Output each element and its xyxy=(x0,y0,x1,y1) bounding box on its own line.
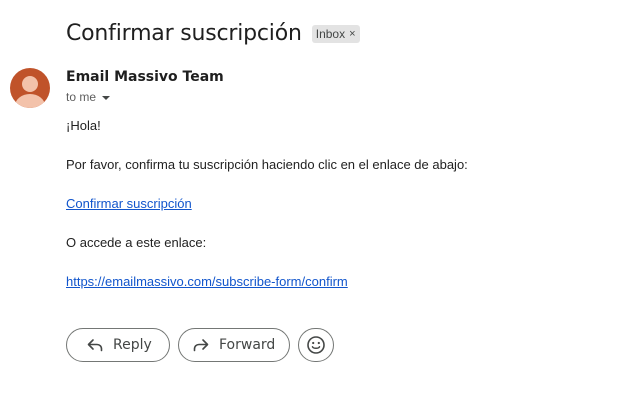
reply-label: Reply xyxy=(113,337,152,353)
forward-label: Forward xyxy=(219,337,276,353)
forward-icon xyxy=(193,338,209,352)
body-alt-text: O accede a este enlace: xyxy=(66,235,207,250)
avatar[interactable] xyxy=(10,68,50,108)
sender-name[interactable]: Email Massivo Team xyxy=(66,69,224,85)
close-icon[interactable]: × xyxy=(349,25,355,43)
chevron-down-icon xyxy=(102,95,111,100)
confirm-link[interactable]: Confirmar suscripción xyxy=(66,196,192,211)
label-chip-text: Inbox xyxy=(315,27,346,41)
forward-button[interactable]: Forward xyxy=(178,328,290,362)
emoji-icon xyxy=(306,335,326,355)
reply-button[interactable]: Reply xyxy=(66,328,170,362)
avatar-body xyxy=(15,94,45,108)
subject-row: Confirmar suscripción Inbox × xyxy=(66,18,360,50)
emoji-reaction-button[interactable] xyxy=(298,328,334,362)
recipient-text: to me xyxy=(66,90,97,104)
label-chip-inbox[interactable]: Inbox × xyxy=(311,25,360,43)
recipient-details-toggle[interactable]: to me xyxy=(66,90,111,104)
avatar-head xyxy=(22,76,38,92)
body-instruction: Por favor, confirma tu suscripción hacie… xyxy=(66,157,468,172)
confirm-url-link[interactable]: https://emailmassivo.com/subscribe-form/… xyxy=(66,274,348,289)
reply-icon xyxy=(87,338,103,352)
body-greeting: ¡Hola! xyxy=(66,118,101,133)
email-subject: Confirmar suscripción xyxy=(66,21,302,46)
